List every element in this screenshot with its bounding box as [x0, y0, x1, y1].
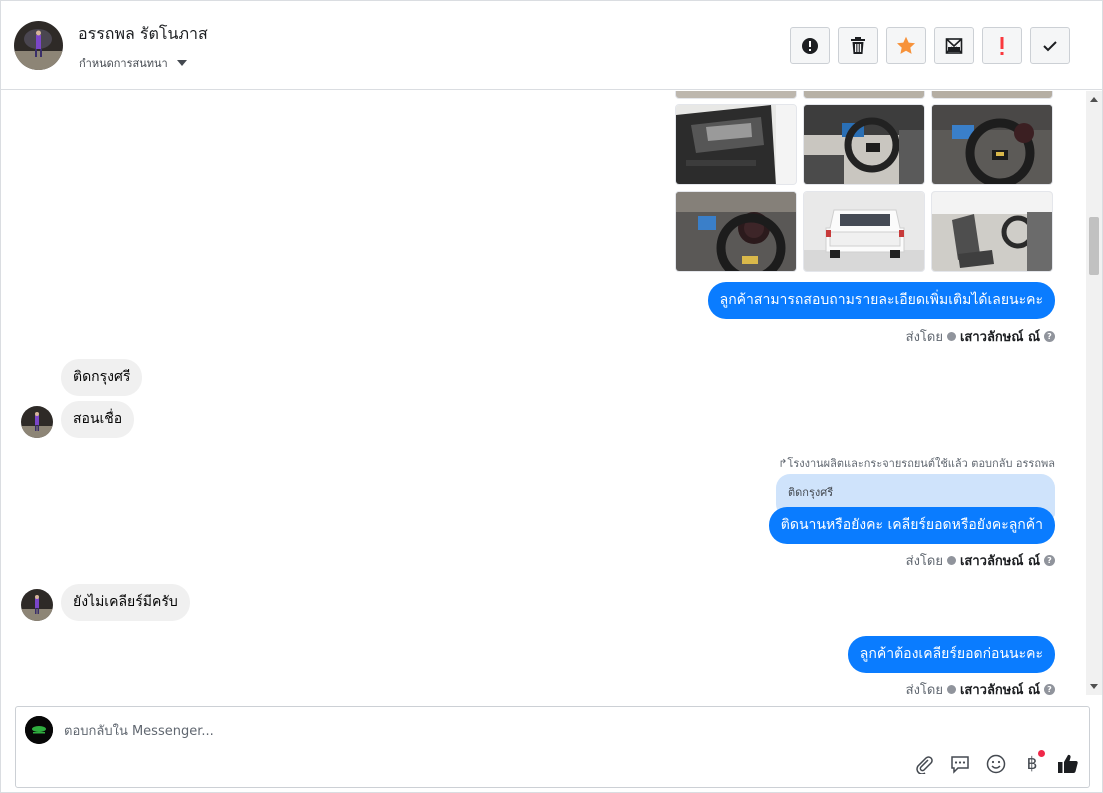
page-avatar: [25, 716, 53, 744]
paperclip-icon[interactable]: [913, 753, 935, 775]
contact-avatar[interactable]: [14, 21, 63, 70]
sent-by-prefix: ส่งโดย: [905, 683, 943, 695]
star-button[interactable]: [886, 27, 926, 64]
incoming-message[interactable]: สอนเชื่อ: [61, 401, 135, 438]
mail-icon: [945, 37, 963, 54]
steering-dashboard-photo[interactable]: [803, 104, 925, 185]
photo-thumbnail[interactable]: [675, 91, 797, 99]
outgoing-message[interactable]: ลูกค้าต้องเคลียร์ยอดก่อนนะคะ: [847, 636, 1055, 673]
composer-actions: ฿: [913, 750, 1079, 775]
assign-label: กำหนดการสนทนา: [79, 57, 168, 70]
notification-dot: [1038, 750, 1045, 757]
help-icon[interactable]: ?: [1044, 684, 1055, 695]
incoming-message[interactable]: ยังไม่เคลียร์มีครับ: [61, 584, 190, 621]
instrument-cluster-photo[interactable]: [931, 104, 1053, 185]
sent-by-name[interactable]: เสาวลักษณ์ ณ์: [960, 326, 1040, 347]
reply-input[interactable]: [64, 720, 864, 742]
thumbs-up-icon[interactable]: [1057, 753, 1079, 775]
delete-button[interactable]: [838, 27, 878, 64]
seat-interior-photo[interactable]: [931, 191, 1053, 272]
message-thread[interactable]: ลูกค้าสามารถสอบถามรายละเอียดเพิ่มเติมได้…: [1, 91, 1086, 695]
follow-up-button[interactable]: [982, 27, 1022, 64]
white-pickup-rear-photo[interactable]: [803, 191, 925, 272]
conversation-window: อรรถพล รัตโนภาส กำหนดการสนทนา ลูกค้าสามา…: [0, 0, 1103, 793]
sent-by-label: ส่งโดย เสาวลักษณ์ ณ์ ?: [906, 326, 1055, 347]
contact-avatar-small[interactable]: [21, 589, 53, 621]
trash-icon: [851, 36, 865, 54]
thread-scrollbar[interactable]: [1086, 91, 1102, 695]
sent-by-prefix: ส่งโดย: [905, 554, 943, 569]
sent-by-name[interactable]: เสาวลักษณ์ ณ์: [960, 550, 1040, 571]
conversation-toolbar: [790, 27, 1070, 64]
emoji-icon[interactable]: [985, 753, 1007, 775]
outgoing-message[interactable]: ติดนานหรือยังคะ เคลียร์ยอดหรือยังคะลูกค้…: [768, 507, 1055, 544]
spam-info-button[interactable]: [790, 27, 830, 64]
photo-thumbnail[interactable]: [803, 91, 925, 99]
saved-reply-icon[interactable]: [949, 753, 971, 775]
scroll-up-icon[interactable]: [1090, 97, 1098, 102]
help-icon[interactable]: ?: [1044, 331, 1055, 342]
scroll-down-icon[interactable]: [1090, 684, 1098, 689]
check-icon: [1043, 40, 1057, 51]
incoming-message[interactable]: ติดกรุงศรี: [61, 359, 143, 396]
sent-by-prefix: ส่งโดย: [905, 330, 943, 345]
help-icon[interactable]: ?: [1044, 555, 1055, 566]
sent-by-name[interactable]: เสาวลักษณ์ ณ์: [960, 679, 1040, 695]
door-interior-photo[interactable]: [675, 104, 797, 185]
payment-glyph: ฿: [1026, 754, 1038, 774]
gauge-closeup-photo[interactable]: [675, 191, 797, 272]
payment-icon[interactable]: ฿: [1021, 750, 1045, 775]
reply-context-text: โรงงานผลิตและกระจายรถยนต์ใช้แล้ว ตอบกลับ…: [787, 457, 1055, 470]
verified-icon: [946, 685, 956, 694]
alert-circle-icon: [802, 37, 818, 54]
sent-by-label: ส่งโดย เสาวลักษณ์ ณ์ ?: [906, 550, 1055, 571]
contact-avatar-small[interactable]: [21, 406, 53, 438]
exclamation-icon: [1000, 36, 1004, 55]
scroll-thumb[interactable]: [1089, 217, 1099, 275]
contact-name[interactable]: อรรถพล รัตโนภาส: [78, 22, 208, 47]
reply-context: ↱โรงงานผลิตและกระจายรถยนต์ใช้แล้ว ตอบกลั…: [778, 454, 1055, 472]
outgoing-message[interactable]: ลูกค้าสามารถสอบถามรายละเอียดเพิ่มเติมได้…: [707, 282, 1055, 319]
mark-done-button[interactable]: [1030, 27, 1070, 64]
photo-thumbnail[interactable]: [931, 91, 1053, 99]
mark-unread-button[interactable]: [934, 27, 974, 64]
conversation-header: อรรถพล รัตโนภาส กำหนดการสนทนา: [1, 1, 1102, 90]
verified-icon: [946, 332, 956, 341]
star-icon: [897, 36, 915, 54]
quoted-message-text: ติดกรุงศรี: [788, 486, 834, 499]
caret-down-icon: [176, 60, 187, 66]
sent-by-label: ส่งโดย เสาวลักษณ์ ณ์ ?: [906, 679, 1055, 695]
assign-conversation-dropdown[interactable]: กำหนดการสนทนา: [79, 54, 187, 72]
reply-composer: ฿: [15, 706, 1090, 788]
verified-icon: [946, 556, 956, 565]
